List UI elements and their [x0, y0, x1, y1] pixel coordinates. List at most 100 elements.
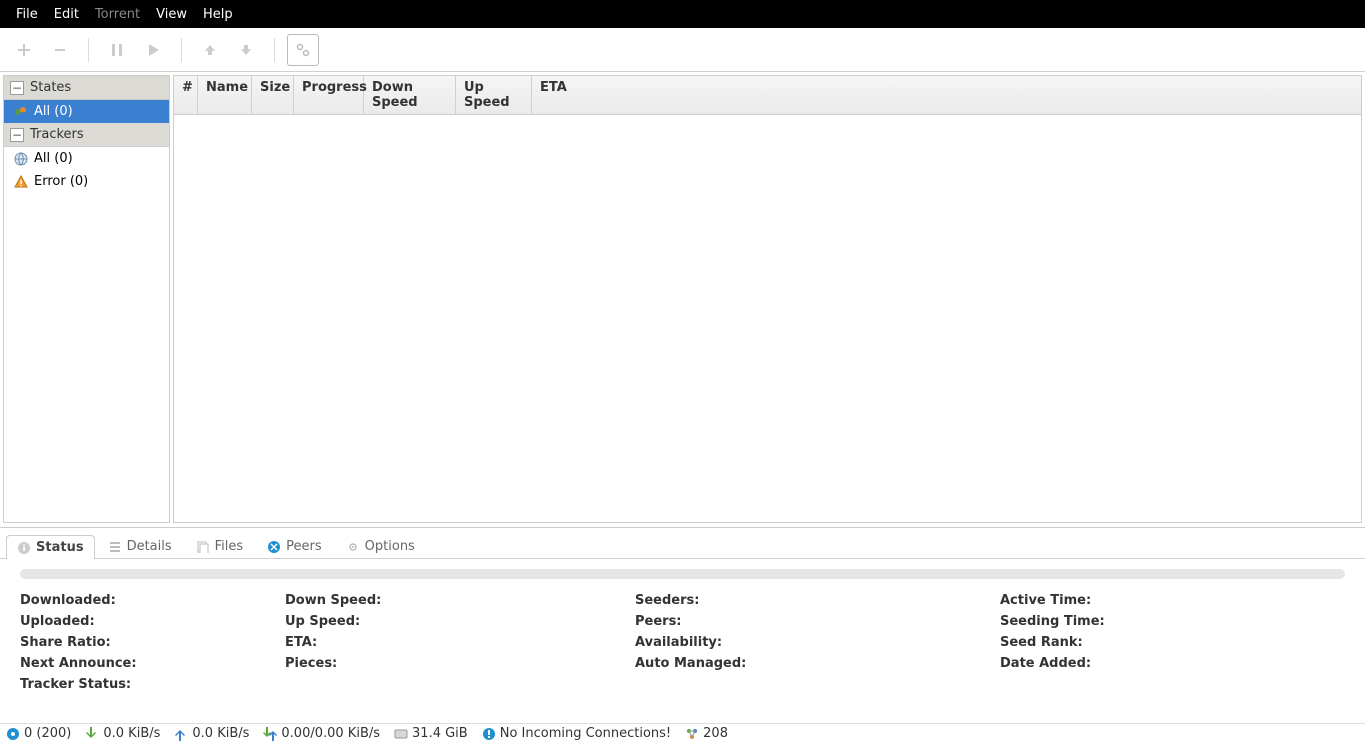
col-name[interactable]: Name [198, 76, 252, 114]
tab-label: Options [365, 539, 415, 554]
sidebar: − States All (0) − Trackers All (0) Erro… [3, 75, 170, 523]
status-value: 0.00/0.00 KiB/s [281, 726, 380, 741]
tab-files[interactable]: Files [185, 534, 255, 558]
warning-icon [14, 175, 28, 189]
menu-view[interactable]: View [148, 7, 195, 22]
statusbar: 0 (200) 0.0 KiB/s 0.0 KiB/s 0.00/0.00 Ki… [0, 723, 1365, 743]
globe-icon [14, 152, 28, 166]
menu-edit[interactable]: Edit [46, 7, 87, 22]
pause-button[interactable] [101, 34, 133, 66]
status-value: No Incoming Connections! [500, 726, 671, 741]
col-up-speed[interactable]: Up Speed [456, 76, 532, 114]
list-icon [108, 540, 122, 554]
main-area: − States All (0) − Trackers All (0) Erro… [0, 72, 1365, 523]
sidebar-trackers-error[interactable]: Error (0) [4, 170, 169, 193]
col-size[interactable]: Size [252, 76, 294, 114]
tab-label: Details [127, 539, 172, 554]
collapse-icon[interactable]: − [10, 128, 24, 142]
progress-bar [20, 569, 1345, 579]
menu-file[interactable]: File [8, 7, 46, 22]
details-tabs: i Status Details Files Peers Options [0, 528, 1365, 559]
add-button[interactable] [8, 34, 40, 66]
alert-icon [482, 727, 496, 741]
toolbar-separator [88, 38, 89, 62]
label-seed-rank: Seed Rank: [1000, 635, 1345, 650]
svg-text:i: i [22, 544, 25, 554]
status-down-rate[interactable]: 0.0 KiB/s [85, 726, 160, 741]
sidebar-trackers-header[interactable]: − Trackers [4, 123, 169, 147]
label-peers: Peers: [635, 614, 1000, 629]
col-number[interactable]: # [174, 76, 198, 114]
status-value: 0.0 KiB/s [192, 726, 249, 741]
label-eta: ETA: [285, 635, 635, 650]
tab-status[interactable]: i Status [6, 535, 95, 559]
disk-icon [394, 727, 408, 741]
label-seeders: Seeders: [635, 593, 1000, 608]
resume-button[interactable] [137, 34, 169, 66]
menu-help[interactable]: Help [195, 7, 241, 22]
label-downloaded: Downloaded: [20, 593, 285, 608]
remove-button[interactable] [44, 34, 76, 66]
toolbar [0, 28, 1365, 72]
preferences-button[interactable] [287, 34, 319, 66]
tab-label: Files [215, 539, 244, 554]
collapse-icon[interactable]: − [10, 81, 24, 95]
status-connections[interactable]: 0 (200) [6, 726, 71, 741]
sidebar-item-label: All (0) [34, 104, 73, 119]
label-down-speed: Down Speed: [285, 593, 635, 608]
traffic-icon [263, 727, 277, 741]
status-disk[interactable]: 31.4 GiB [394, 726, 468, 741]
dht-icon [685, 727, 699, 741]
status-protocol-traffic[interactable]: 0.00/0.00 KiB/s [263, 726, 380, 741]
menu-torrent[interactable]: Torrent [87, 7, 148, 22]
peers-icon [267, 540, 281, 554]
status-dht[interactable]: 208 [685, 726, 728, 741]
queue-up-button[interactable] [194, 34, 226, 66]
sidebar-states-all[interactable]: All (0) [4, 100, 169, 123]
col-down-speed[interactable]: Down Speed [364, 76, 456, 114]
tab-options[interactable]: Options [335, 534, 426, 558]
sidebar-item-label: All (0) [34, 151, 73, 166]
files-icon [196, 540, 210, 554]
status-value: 0 (200) [24, 726, 71, 741]
col-progress[interactable]: Progress [294, 76, 364, 114]
queue-down-button[interactable] [230, 34, 262, 66]
status-value: 31.4 GiB [412, 726, 468, 741]
sidebar-item-label: Error (0) [34, 174, 88, 189]
col-eta[interactable]: ETA [532, 76, 1361, 114]
label-uploaded: Uploaded: [20, 614, 285, 629]
toolbar-separator [274, 38, 275, 62]
label-up-speed: Up Speed: [285, 614, 635, 629]
label-availability: Availability: [635, 635, 1000, 650]
status-panel: Downloaded: Down Speed: Seeders: Active … [0, 559, 1365, 702]
sidebar-trackers-all[interactable]: All (0) [4, 147, 169, 170]
tab-peers[interactable]: Peers [256, 534, 333, 558]
label-active-time: Active Time: [1000, 593, 1345, 608]
all-states-icon [14, 105, 28, 119]
status-value: 0.0 KiB/s [103, 726, 160, 741]
status-up-rate[interactable]: 0.0 KiB/s [174, 726, 249, 741]
torrent-list-body[interactable] [174, 115, 1361, 522]
menubar: File Edit Torrent View Help [0, 0, 1365, 28]
torrent-list: # Name Size Progress Down Speed Up Speed… [173, 75, 1362, 523]
info-icon: i [17, 541, 31, 555]
label-next-announce: Next Announce: [20, 656, 285, 671]
sidebar-header-label: States [30, 80, 71, 95]
sidebar-states-header[interactable]: − States [4, 76, 169, 100]
details-pane: i Status Details Files Peers Options Dow… [0, 527, 1365, 727]
gear-icon [346, 540, 360, 554]
label-share-ratio: Share Ratio: [20, 635, 285, 650]
upload-icon [174, 727, 188, 741]
toolbar-separator [181, 38, 182, 62]
sidebar-header-label: Trackers [30, 127, 84, 142]
download-icon [85, 727, 99, 741]
column-headers: # Name Size Progress Down Speed Up Speed… [174, 76, 1361, 115]
network-icon [6, 727, 20, 741]
tab-details[interactable]: Details [97, 534, 183, 558]
tab-label: Status [36, 540, 84, 555]
label-seeding-time: Seeding Time: [1000, 614, 1345, 629]
label-auto-managed: Auto Managed: [635, 656, 1000, 671]
status-warning[interactable]: No Incoming Connections! [482, 726, 671, 741]
label-pieces: Pieces: [285, 656, 635, 671]
label-tracker-status: Tracker Status: [20, 677, 285, 692]
